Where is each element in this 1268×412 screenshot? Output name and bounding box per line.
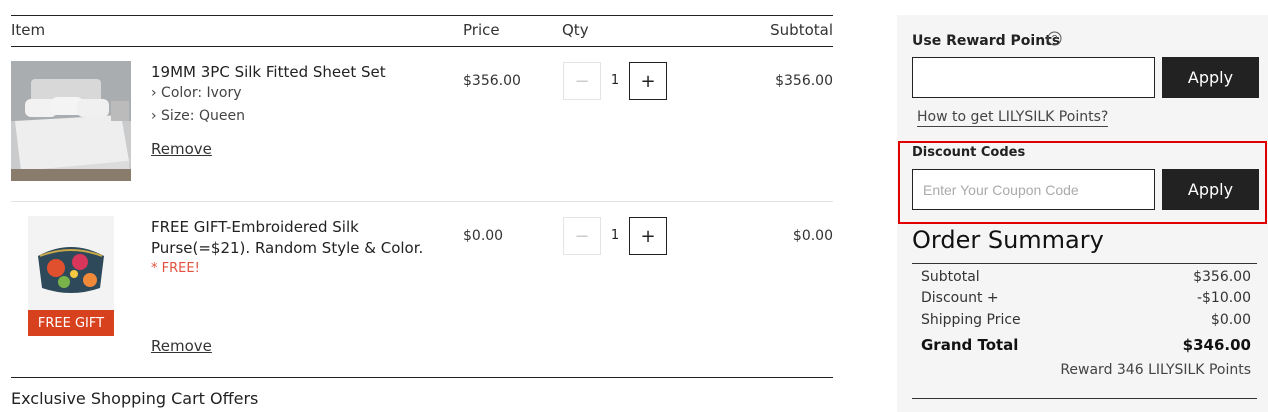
header-subtotal: Subtotal [770, 21, 833, 39]
header-rule [11, 46, 833, 47]
product-name-line1[interactable]: FREE GIFT-Embroidered Silk [151, 217, 359, 238]
table-bottom-rule [11, 377, 833, 378]
discount-codes-label: Discount Codes [912, 145, 1026, 160]
summary-row-discount: Discount + -$10.00 [921, 290, 1251, 306]
qty-decrement-button[interactable]: − [563, 62, 601, 100]
header-price: Price [463, 21, 500, 39]
qty-value[interactable]: 1 [603, 73, 627, 88]
qty-decrement-button[interactable]: − [563, 217, 601, 255]
summary-value: $356.00 [1193, 269, 1251, 285]
summary-value: -$10.00 [1196, 290, 1251, 306]
unit-price: $356.00 [463, 73, 521, 89]
coupon-code-input[interactable] [912, 169, 1155, 210]
question-circle-icon[interactable]: ? [1047, 31, 1062, 50]
summary-label: Subtotal [921, 269, 980, 285]
reward-apply-button[interactable]: Apply [1162, 57, 1259, 98]
reward-points-input[interactable] [912, 57, 1155, 98]
summary-bottom-rule [912, 398, 1257, 399]
summary-row-shipping: Shipping Price $0.00 [921, 312, 1251, 328]
svg-text:?: ? [1052, 34, 1058, 45]
reward-info-link[interactable]: How to get LILYSILK Points? [917, 109, 1109, 127]
qty-value[interactable]: 1 [603, 228, 627, 243]
grand-total-value: $346.00 [1182, 336, 1251, 354]
reward-points-label: Use Reward Points [912, 33, 1061, 49]
header-qty: Qty [562, 21, 589, 39]
coupon-apply-button[interactable]: Apply [1162, 169, 1259, 210]
product-name[interactable]: 19MM 3PC Silk Fitted Sheet Set [151, 62, 386, 83]
qty-increment-button[interactable]: + [629, 62, 667, 100]
summary-rule [912, 263, 1257, 264]
summary-value: $0.00 [1210, 312, 1251, 328]
header-item: Item [11, 21, 46, 39]
summary-row-grand-total: Grand Total $346.00 [921, 336, 1251, 354]
line-subtotal: $0.00 [792, 228, 833, 244]
reward-points-note: Reward 346 LILYSILK Points [1060, 362, 1251, 378]
summary-row-subtotal: Subtotal $356.00 [921, 269, 1251, 285]
product-name-line2[interactable]: Purse(=$21). Random Style & Color. [151, 238, 423, 259]
remove-link[interactable]: Remove [151, 337, 212, 355]
order-summary-title: Order Summary [912, 226, 1104, 254]
offers-title: Exclusive Shopping Cart Offers [11, 389, 259, 408]
summary-label[interactable]: Discount + [921, 290, 999, 306]
unit-price: $0.00 [463, 228, 504, 244]
summary-label: Shipping Price [921, 312, 1021, 328]
product-size: › Size: Queen [151, 108, 245, 124]
product-color: › Color: Ivory [151, 85, 242, 101]
free-gift-badge: FREE GIFT [28, 310, 114, 336]
table-top-rule [11, 15, 833, 16]
remove-link[interactable]: Remove [151, 140, 212, 158]
qty-increment-button[interactable]: + [629, 217, 667, 255]
grand-total-label: Grand Total [921, 336, 1019, 354]
row-divider [11, 201, 833, 202]
line-subtotal: $356.00 [775, 73, 833, 89]
product-image-sheet-set[interactable] [11, 61, 131, 181]
free-note: * FREE! [151, 261, 200, 276]
